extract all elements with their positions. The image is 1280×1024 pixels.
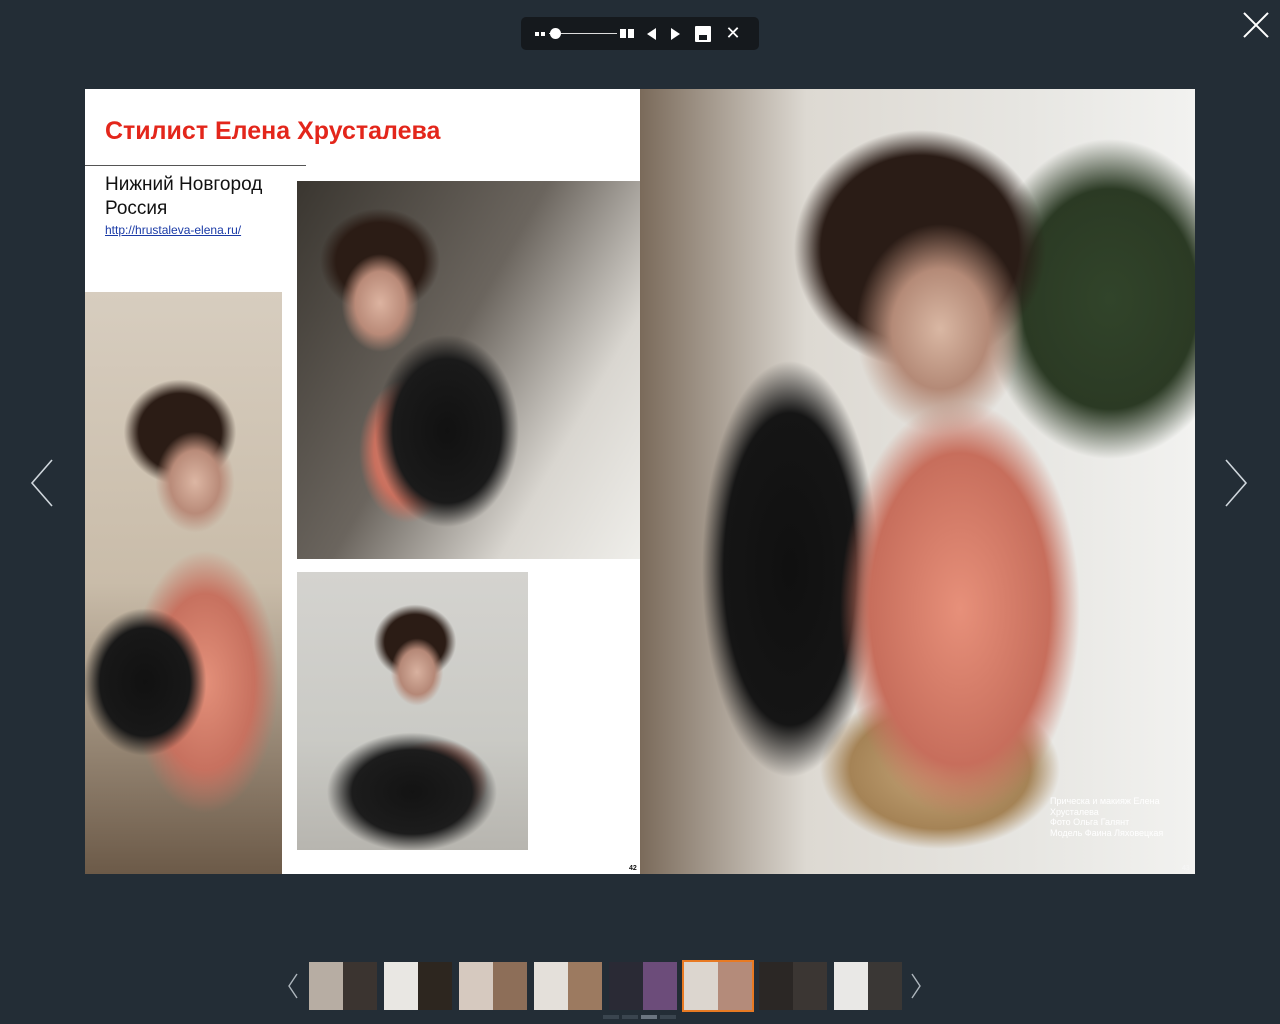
triangle-left-icon — [646, 27, 656, 40]
magazine-spread[interactable]: Стилист Елена Хрусталева Нижний Новгород… — [85, 89, 1195, 874]
thumbnail-item[interactable] — [759, 962, 827, 1010]
thumbnail-item[interactable] — [609, 962, 677, 1010]
chevron-right-icon[interactable] — [909, 972, 923, 1000]
chevron-left-icon[interactable] — [286, 972, 300, 1000]
chevron-left-icon[interactable] — [28, 458, 56, 508]
thumbnail-page — [834, 962, 868, 1010]
pager-dot[interactable] — [603, 1015, 619, 1019]
photo-credits: Прическа и макияж Елена Хрусталева Фото … — [1050, 796, 1190, 838]
save-button[interactable] — [693, 17, 713, 50]
triangle-right-icon — [670, 27, 680, 40]
credit-photo: Фото Ольга Галянт — [1050, 817, 1130, 827]
thumbnail-page — [343, 962, 377, 1010]
photo-portrait-pearls — [297, 572, 528, 850]
toolbar-close-button[interactable]: ✕ — [723, 17, 743, 50]
thumbnail-page — [718, 962, 752, 1010]
thumbnail-page — [568, 962, 602, 1010]
thumbnail-page — [793, 962, 827, 1010]
zoom-slider[interactable] — [549, 17, 617, 50]
thumbnail-item[interactable] — [834, 962, 902, 1010]
left-page: Стилист Елена Хрусталева Нижний Новгород… — [85, 89, 640, 874]
prev-page-button[interactable] — [643, 17, 659, 50]
pager-dot[interactable] — [660, 1015, 676, 1019]
right-page-photo: Прическа и макияж Елена Хрусталева Фото … — [640, 89, 1195, 874]
thumbnail-page — [643, 962, 677, 1010]
thumbnail-item[interactable] — [384, 962, 452, 1010]
credit-model: Модель Фаина Ляховецкая — [1050, 827, 1164, 838]
photo-portrait-piano — [297, 181, 640, 559]
thumbnail-page — [459, 962, 493, 1010]
next-page-button[interactable] — [667, 17, 683, 50]
thumbnail-page — [684, 962, 718, 1010]
page-number-left: 42 — [629, 865, 637, 872]
thumbnail-page — [868, 962, 902, 1010]
city-text: Нижний Новгород — [105, 174, 263, 195]
page-title: Стилист Елена Хрусталева — [105, 117, 441, 145]
floppy-disk-icon — [695, 25, 711, 42]
chevron-right-icon[interactable] — [1222, 458, 1250, 508]
thumbnail-page — [418, 962, 452, 1010]
thumbnail-item[interactable] — [309, 962, 377, 1010]
thumbnail-page — [759, 962, 793, 1010]
thumbnail-page — [609, 962, 643, 1010]
page-number-right: 43 — [1182, 865, 1190, 872]
title-divider — [85, 165, 306, 166]
thumbnail-item[interactable] — [534, 962, 602, 1010]
pager-dot[interactable] — [622, 1015, 638, 1019]
pager-dot[interactable] — [641, 1015, 657, 1019]
thumbnail-page — [493, 962, 527, 1010]
viewer-toolbar: ✕ — [521, 17, 759, 50]
zoom-out-icon[interactable] — [533, 17, 547, 50]
credit-hair-makeup: Прическа и макияж Елена Хрусталева — [1050, 796, 1160, 817]
thumbnail-page — [309, 962, 343, 1010]
location-text: Нижний Новгород Россия — [105, 173, 262, 221]
photo-portrait-hat — [85, 292, 282, 874]
thumbnail-page — [534, 962, 568, 1010]
thumbnail-item[interactable] — [684, 962, 752, 1010]
zoom-in-icon[interactable] — [619, 17, 635, 50]
thumbnail-page — [384, 962, 418, 1010]
website-link[interactable]: http://hrustaleva-elena.ru/ — [105, 223, 241, 237]
country-text: Россия — [105, 198, 168, 219]
thumbnail-item[interactable] — [459, 962, 527, 1010]
zoom-slider-knob[interactable] — [550, 28, 562, 39]
close-x-icon[interactable] — [1240, 8, 1272, 40]
